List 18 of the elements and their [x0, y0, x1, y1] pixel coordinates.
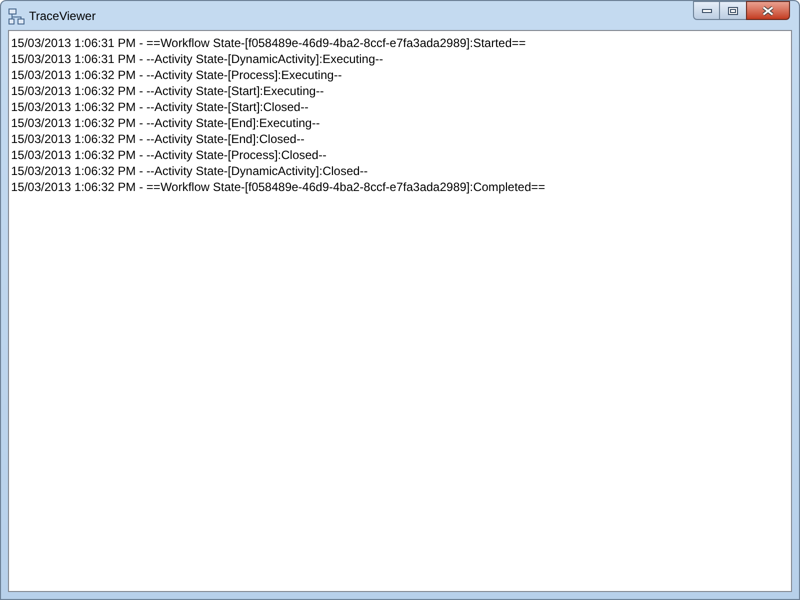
log-line: 15/03/2013 1:06:32 PM - --Activity State-[Start]:Closed-- — [11, 99, 308, 115]
minimize-icon — [702, 8, 712, 12]
app-icon — [8, 8, 25, 25]
log-line: 15/03/2013 1:06:32 PM - --Activity State-[Process]:Closed-- — [11, 147, 326, 163]
log-line: 15/03/2013 1:06:31 PM - --Activity State-[DynamicActivity]:Executing-- — [11, 51, 384, 67]
log-line: 15/03/2013 1:06:32 PM - --Activity State-[DynamicActivity]:Closed-- — [11, 163, 368, 179]
minimize-button[interactable] — [693, 1, 720, 20]
log-line: 15/03/2013 1:06:31 PM - ==Workflow State-[f058489e-46d9-4ba2-8ccf-e7fa3ada2989]:Started== — [11, 35, 526, 51]
log-line: 15/03/2013 1:06:32 PM - --Activity State-[End]:Closed-- — [11, 131, 304, 147]
log-line: 15/03/2013 1:06:32 PM - ==Workflow State-[f058489e-46d9-4ba2-8ccf-e7fa3ada2989]:Completed== — [11, 179, 546, 195]
close-icon — [762, 6, 774, 16]
close-button[interactable] — [746, 1, 790, 20]
log-line: 15/03/2013 1:06:32 PM - --Activity State-[End]:Executing-- — [11, 115, 320, 131]
log-line: 15/03/2013 1:06:32 PM - --Activity State-[Start]:Executing-- — [11, 83, 324, 99]
log-line: 15/03/2013 1:06:32 PM - --Activity State-[Process]:Executing-- — [11, 67, 342, 83]
window-title: TraceViewer — [29, 8, 96, 24]
maximize-button[interactable] — [720, 1, 746, 20]
maximize-icon — [728, 6, 738, 14]
